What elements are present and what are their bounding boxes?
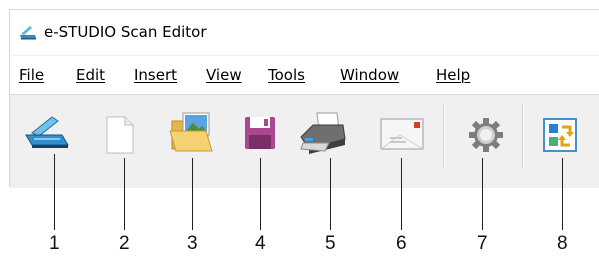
settings-button[interactable] <box>462 107 510 159</box>
callout-line <box>562 158 563 230</box>
callout-line <box>54 154 55 230</box>
menu-view[interactable]: View <box>206 66 242 84</box>
callout-line <box>401 158 402 230</box>
callout-number: 7 <box>477 233 488 254</box>
callout-line <box>260 158 261 230</box>
open-button[interactable] <box>168 107 216 159</box>
scan-button[interactable] <box>22 107 70 159</box>
callout-number: 4 <box>255 233 266 254</box>
menu-bar: File Edit Insert View Tools Window Help <box>10 56 599 94</box>
callout-number: 3 <box>187 233 198 254</box>
callout-line <box>192 158 193 230</box>
toolbar-separator <box>443 103 444 169</box>
email-button[interactable] <box>378 107 426 159</box>
menu-insert[interactable]: Insert <box>134 66 177 84</box>
toolbar <box>10 94 599 188</box>
scanner-app-icon <box>19 24 37 40</box>
callout-number: 5 <box>325 233 336 254</box>
app-window: e-STUDIO Scan Editor File Edit Insert Vi… <box>9 9 599 188</box>
menu-edit[interactable]: Edit <box>76 66 105 84</box>
menu-tools[interactable]: Tools <box>268 66 305 84</box>
menu-window[interactable]: Window <box>340 66 399 84</box>
callout-number: 2 <box>119 233 130 254</box>
callout-line <box>330 158 331 230</box>
title-bar: e-STUDIO Scan Editor <box>10 10 599 55</box>
new-button[interactable] <box>97 107 145 159</box>
callout-number: 8 <box>557 233 568 254</box>
callout-number: 6 <box>396 233 407 254</box>
window-title: e-STUDIO Scan Editor <box>44 23 207 41</box>
menu-help[interactable]: Help <box>436 66 470 84</box>
swap-button[interactable] <box>538 107 586 159</box>
annotated-screenshot: e-STUDIO Scan Editor File Edit Insert Vi… <box>0 0 599 257</box>
toolbar-separator <box>522 103 523 169</box>
print-button[interactable] <box>299 107 347 159</box>
callout-number: 1 <box>49 233 60 254</box>
callout-line <box>124 158 125 230</box>
save-button[interactable] <box>237 107 285 159</box>
menu-file[interactable]: File <box>19 66 44 84</box>
callout-line <box>482 158 483 230</box>
